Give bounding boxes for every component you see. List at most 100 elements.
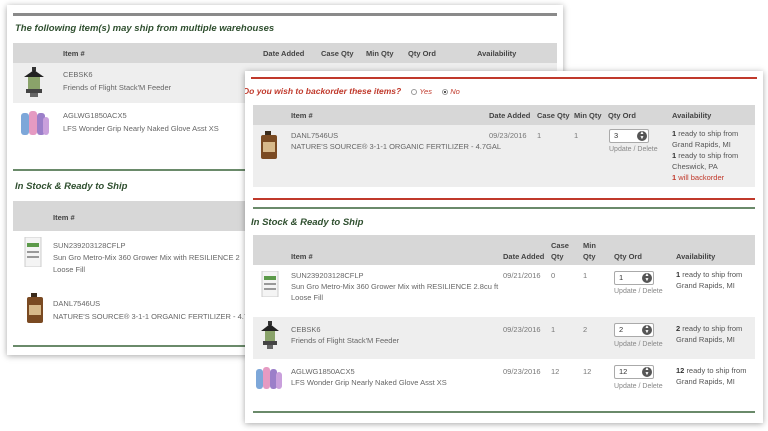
header-case-qty: Qty bbox=[551, 252, 564, 261]
item-name: Friends of Flight Stack'M Feeder bbox=[291, 336, 400, 345]
update-delete-link[interactable]: Update / Delete bbox=[614, 288, 663, 295]
header-avail: Availability bbox=[477, 49, 517, 58]
item-sku[interactable]: CEBSK6 bbox=[291, 325, 321, 334]
section-rule-green bbox=[253, 207, 755, 209]
item-name: Friends of Flight Stack'M Feeder bbox=[63, 83, 172, 92]
date-added: 09/23/2016 bbox=[503, 367, 541, 376]
avail-location: Grand Rapids, MI bbox=[676, 335, 735, 344]
avail-count: 12 bbox=[676, 366, 685, 375]
item-sku[interactable]: DANL7546US bbox=[53, 299, 100, 308]
header-min: Min bbox=[583, 241, 596, 250]
avail-location: Grand Rapids, MI bbox=[676, 281, 735, 290]
item-sku[interactable]: SUN239203128CFLP bbox=[291, 271, 364, 280]
qty-value: 12 bbox=[619, 367, 628, 376]
in-stock-title: In Stock & Ready to Ship bbox=[15, 181, 128, 192]
header-min: Min Qty bbox=[574, 111, 602, 120]
qty-stepper-icon[interactable]: ▲ ▼ bbox=[642, 273, 652, 283]
update-delete-link[interactable]: Update / Delete bbox=[614, 341, 663, 348]
avail-count: 1 bbox=[672, 129, 677, 138]
backorder-question-text: Do you wish to backorder these items? bbox=[245, 86, 402, 96]
availability: 1 ready to ship from Grand Rapids, MI 1 … bbox=[672, 128, 760, 183]
item-name: NATURE'S SOURCE® 3-1-1 ORGANIC FERTILIZE… bbox=[291, 142, 502, 151]
item-name: Sun Gro Metro-Mix 360 Grower Mix with RE… bbox=[53, 253, 240, 262]
avail-count: 2 bbox=[676, 324, 681, 333]
fertilizer-jug-icon bbox=[261, 131, 277, 159]
radio-yes[interactable] bbox=[411, 89, 418, 96]
header-qty: Qty Ord bbox=[614, 252, 642, 261]
update-delete-link[interactable]: Update / Delete bbox=[609, 146, 658, 153]
table-row: CEBSK6 Friends of Flight Stack'M Feeder … bbox=[253, 317, 755, 359]
item-name-line2: Loose Fill bbox=[291, 293, 324, 302]
qty-value: 2 bbox=[619, 325, 624, 334]
avail-text: ready to ship from bbox=[678, 129, 739, 138]
qty-stepper-icon[interactable]: ▲ ▼ bbox=[642, 367, 652, 377]
header-avail: Availability bbox=[676, 252, 716, 261]
item-name: LFS Wonder Grip Nearly Naked Glove Asst … bbox=[63, 124, 219, 133]
item-name: Sun Gro Metro-Mix 360 Grower Mix with RE… bbox=[291, 282, 499, 291]
table-row: AGLWG1850ACX5 LFS Wonder Grip Nearly Nak… bbox=[253, 359, 755, 403]
case-qty: 12 bbox=[551, 367, 560, 376]
case-qty: 0 bbox=[551, 271, 556, 280]
front-panel: Do you wish to backorder these items? Ye… bbox=[245, 71, 763, 423]
header-case: Case bbox=[551, 241, 569, 250]
table-row: DANL7546US NATURE'S SOURCE® 3-1-1 ORGANI… bbox=[253, 125, 755, 187]
item-sku[interactable]: CEBSK6 bbox=[63, 70, 93, 79]
min-qty: 1 bbox=[583, 271, 588, 280]
avail-location: Grand Rapids, MI bbox=[676, 377, 735, 386]
min-qty: 12 bbox=[583, 367, 592, 376]
radio-no[interactable] bbox=[442, 89, 449, 96]
header-date: Date Added bbox=[489, 111, 531, 120]
bird-feeder-icon bbox=[261, 321, 279, 349]
item-name-line2: Loose Fill bbox=[53, 265, 86, 274]
header-qty: Qty Ord bbox=[408, 49, 436, 58]
backorder-no-option[interactable]: No bbox=[442, 87, 460, 96]
qty-stepper-icon[interactable]: ▲ ▼ bbox=[642, 325, 652, 335]
qty-input[interactable]: 2 ▲ ▼ bbox=[614, 323, 654, 337]
avail-text: ready to ship from bbox=[678, 151, 739, 160]
header-item: Item # bbox=[53, 213, 75, 222]
bird-feeder-icon bbox=[24, 67, 44, 97]
avail-location: Cheswick, PA bbox=[672, 162, 718, 171]
qty-value: 1 bbox=[619, 273, 624, 282]
item-sku[interactable]: SUN239203128CFLP bbox=[53, 241, 126, 250]
case-qty: 1 bbox=[551, 325, 556, 334]
availability: 1 ready to ship from Grand Rapids, MI bbox=[676, 269, 763, 291]
header-date: Date Added bbox=[263, 49, 305, 58]
header-min: Min Qty bbox=[366, 49, 394, 58]
item-sku[interactable]: AGLWG1850ACX5 bbox=[291, 367, 355, 376]
min-qty: 1 bbox=[574, 131, 579, 140]
availability: 2 ready to ship from Grand Rapids, MI bbox=[676, 323, 763, 345]
avail-text: ready to ship from bbox=[682, 270, 743, 279]
item-sku[interactable]: AGLWG1850ACX5 bbox=[63, 111, 127, 120]
qty-input[interactable]: 1 ▲ ▼ bbox=[614, 271, 654, 285]
gloves-icon bbox=[21, 111, 49, 135]
qty-stepper-icon[interactable]: ▲ ▼ bbox=[637, 131, 647, 141]
header-qty: Qty Ord bbox=[608, 111, 636, 120]
table-header: Item # Date Added Case Qty Min Qty Qty O… bbox=[13, 43, 557, 63]
qty-input[interactable]: 12 ▲ ▼ bbox=[614, 365, 654, 379]
multi-warehouse-title: The following item(s) may ship from mult… bbox=[15, 23, 275, 34]
header-item: Item # bbox=[291, 252, 313, 261]
item-name: LFS Wonder Grip Nearly Naked Glove Asst … bbox=[291, 378, 447, 387]
date-added: 09/21/2016 bbox=[503, 271, 541, 280]
date-added: 09/23/2016 bbox=[503, 325, 541, 334]
backorder-yes-option[interactable]: Yes bbox=[411, 87, 432, 96]
backorder-rule bbox=[251, 77, 757, 79]
avail-text: ready to ship from bbox=[682, 324, 743, 333]
header-avail: Availability bbox=[672, 111, 712, 120]
bottom-rule bbox=[253, 411, 755, 413]
date-added: 09/23/2016 bbox=[489, 131, 527, 140]
update-delete-link[interactable]: Update / Delete bbox=[614, 383, 663, 390]
qty-input[interactable]: 3 ▲ ▼ bbox=[609, 129, 649, 143]
table-header: Item # Date Added Case Qty Min Qty Qty O… bbox=[253, 105, 755, 125]
header-case: Case Qty bbox=[537, 111, 570, 120]
gloves-icon bbox=[256, 367, 282, 389]
backorder-count: 1 bbox=[672, 173, 677, 182]
soil-bag-icon bbox=[24, 237, 42, 267]
avail-location: Grand Rapids, MI bbox=[672, 140, 731, 149]
table-header: Item # Date Added Case Qty Min Qty Qty O… bbox=[253, 235, 755, 265]
item-sku[interactable]: DANL7546US bbox=[291, 131, 338, 140]
avail-text: ready to ship from bbox=[686, 366, 747, 375]
backorder-question: Do you wish to backorder these items? Ye… bbox=[245, 86, 460, 96]
avail-count: 1 bbox=[672, 151, 677, 160]
